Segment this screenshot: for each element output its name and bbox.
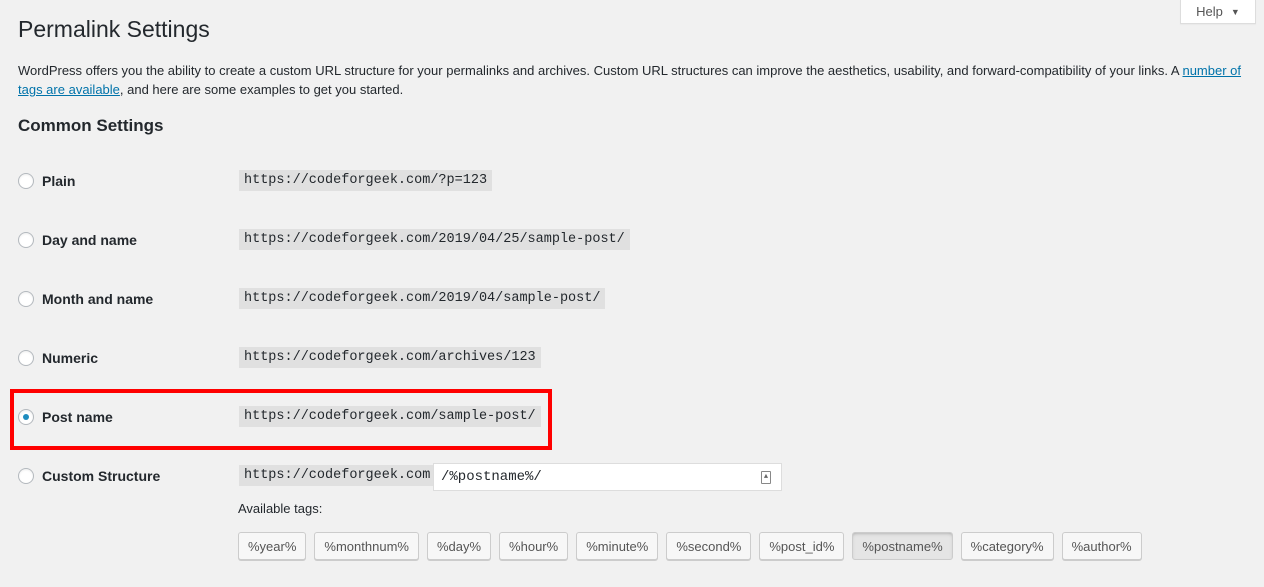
option-label: Day and name: [42, 232, 137, 248]
tag-button[interactable]: %post_id%: [759, 532, 845, 560]
example-url: https://codeforgeek.com/2019/04/25/sampl…: [239, 229, 630, 250]
tag-button[interactable]: %category%: [960, 532, 1054, 560]
permalink-option[interactable]: Month and name: [18, 287, 153, 311]
available-tags-label: Available tags:: [238, 501, 323, 516]
description: WordPress offers you the ability to crea…: [18, 61, 1254, 99]
help-label: Help: [1196, 4, 1223, 19]
permalink-option[interactable]: Day and name: [18, 228, 137, 252]
tag-button[interactable]: %second%: [666, 532, 752, 560]
radio-button[interactable]: [18, 232, 34, 248]
caret-down-icon: ▼: [1230, 6, 1240, 17]
option-label: Plain: [42, 173, 76, 189]
description-text-end: , and here are some examples to get you …: [119, 82, 404, 97]
autofill-icon: ▲: [761, 470, 771, 484]
tag-buttons: %year% %monthnum% %day% %hour% %minute% %seco…: [238, 532, 1142, 560]
tag-button[interactable]: %day%: [426, 532, 492, 560]
radio-button[interactable]: [18, 350, 34, 366]
tag-button[interactable]: %author%: [1061, 532, 1142, 560]
tag-button[interactable]: %hour%: [499, 532, 569, 560]
radio-button[interactable]: [18, 468, 34, 484]
example-url: https://codeforgeek.com/2019/04/sample-p…: [239, 288, 606, 309]
tag-button[interactable]: %monthnum%: [314, 532, 419, 560]
option-label: Numeric: [42, 350, 99, 366]
tag-button[interactable]: %year%: [238, 532, 307, 560]
custom-structure-value: /%postname%/: [441, 469, 542, 485]
permalink-option[interactable]: Numeric: [18, 346, 98, 370]
example-url: https://codeforgeek.com/archives/123: [239, 347, 541, 368]
example-url: https://codeforgeek.com: [239, 465, 436, 486]
option-label: Month and name: [42, 291, 154, 307]
highlight-box: [10, 389, 552, 450]
description-text: WordPress offers you the ability to crea…: [18, 63, 1183, 78]
permalink-option[interactable]: Plain: [18, 169, 75, 193]
option-label: Custom Structure: [42, 468, 161, 484]
tag-button[interactable]: %postname%: [852, 532, 953, 560]
custom-structure-input[interactable]: /%postname%/ ▲: [433, 463, 782, 491]
help-button[interactable]: Help ▼: [1180, 0, 1256, 24]
permalink-option[interactable]: Custom Structure: [18, 464, 160, 488]
tag-button[interactable]: %minute%: [576, 532, 659, 560]
example-url: https://codeforgeek.com/?p=123: [239, 170, 493, 191]
page-title: Permalink Settings: [18, 16, 210, 42]
radio-button[interactable]: [18, 291, 34, 307]
radio-button[interactable]: [18, 173, 34, 189]
section-title: Common Settings: [18, 116, 164, 135]
